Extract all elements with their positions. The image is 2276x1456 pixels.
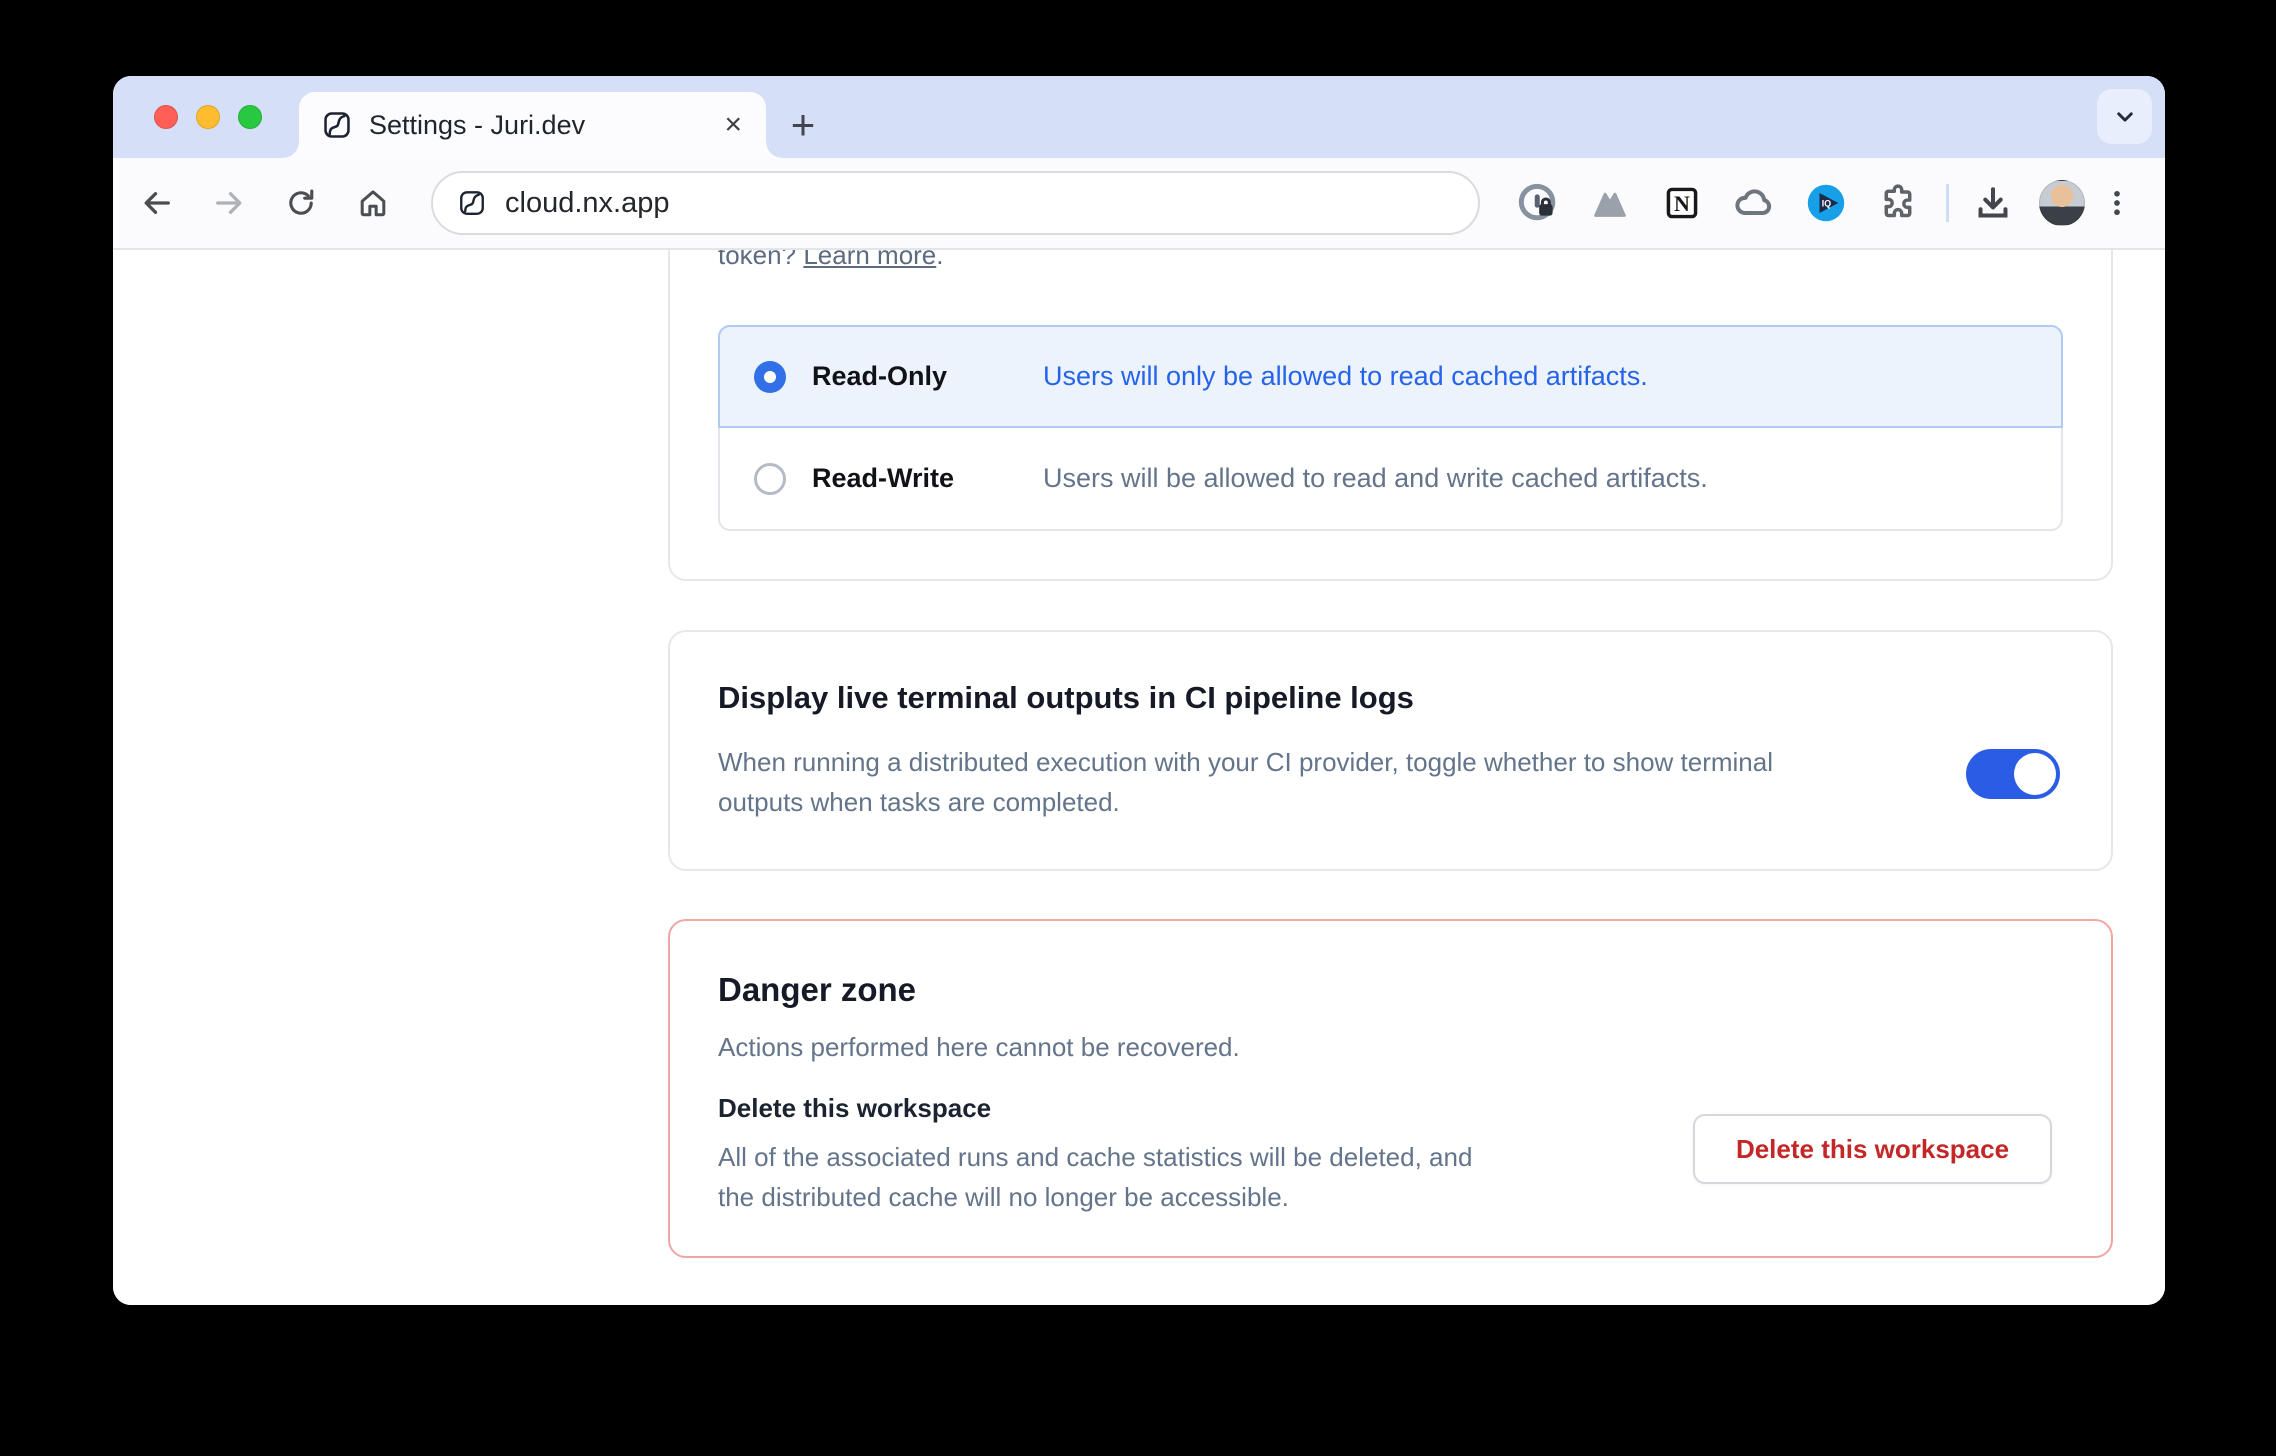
window-zoom-button[interactable] — [238, 105, 262, 129]
radio-row-read-write[interactable]: Read-Write Users will be allowed to read… — [718, 428, 2063, 531]
radio-row-read-only[interactable]: Read-Only Users will only be allowed to … — [718, 325, 2063, 428]
profile-avatar[interactable] — [2039, 180, 2085, 226]
iq-player-extension-icon[interactable]: IQ — [1798, 175, 1854, 231]
mountain-icon — [1588, 181, 1632, 225]
radio-unselected-icon[interactable] — [754, 463, 786, 495]
home-button[interactable] — [345, 175, 401, 231]
terminal-card-title: Display live terminal outputs in CI pipe… — [718, 676, 2063, 720]
window-minimize-button[interactable] — [196, 105, 220, 129]
puzzle-icon — [1876, 181, 1920, 225]
reload-icon — [284, 186, 318, 220]
forward-arrow-icon — [211, 185, 247, 221]
terminal-card-description: When running a distributed execution wit… — [718, 742, 2063, 822]
reload-button[interactable] — [273, 175, 329, 231]
nx-cloud-site-icon — [457, 188, 487, 218]
tab-search-chevron-button[interactable] — [2097, 89, 2152, 144]
toolbar-divider — [1946, 184, 1949, 222]
tab-settings[interactable]: Settings - Juri.dev × — [299, 92, 766, 158]
svg-text:IQ: IQ — [1822, 199, 1831, 209]
nx-cloud-favicon — [321, 109, 353, 141]
access-level-radio-group: Read-Only Users will only be allowed to … — [718, 325, 2063, 531]
navigation-bar: cloud.nx.app N — [113, 158, 2165, 250]
cloud-extension-icon[interactable] — [1726, 175, 1782, 231]
token-help-text: token? Learn more. — [718, 250, 2063, 273]
token-help-suffix: . — [936, 250, 943, 270]
back-arrow-icon — [139, 185, 175, 221]
password-manager-extension-icon[interactable] — [1510, 175, 1566, 231]
browser-window: Settings - Juri.dev × + — [113, 76, 2165, 1305]
tab-title: Settings - Juri.dev — [369, 110, 724, 141]
read-only-description: Users will only be allowed to read cache… — [1043, 361, 1648, 392]
terminal-outputs-toggle[interactable] — [1966, 749, 2060, 799]
browser-menu-button[interactable] — [2095, 175, 2139, 231]
page-content: token? Learn more. Read-Only Users will … — [113, 250, 2165, 1305]
read-write-label: Read-Write — [812, 463, 1043, 494]
terminal-desc-line-1: When running a distributed execution wit… — [718, 742, 2063, 782]
delete-workspace-button[interactable]: Delete this workspace — [1693, 1114, 2052, 1184]
danger-zone-title: Danger zone — [718, 967, 2063, 1013]
onepassword-icon — [1515, 180, 1561, 226]
download-icon — [1971, 181, 2015, 225]
danger-zone-card: Danger zone Actions performed here canno… — [668, 919, 2113, 1258]
svg-text:N: N — [1674, 191, 1690, 216]
tab-strip: Settings - Juri.dev × + — [113, 76, 2165, 158]
iq-play-icon: IQ — [1803, 180, 1849, 226]
cloud-icon — [1731, 180, 1777, 226]
toggle-knob — [2014, 753, 2056, 795]
notion-extension-icon[interactable]: N — [1654, 175, 1710, 231]
tab-close-icon[interactable]: × — [724, 110, 742, 140]
vpn-extension-icon[interactable] — [1582, 175, 1638, 231]
radio-selected-icon[interactable] — [754, 361, 786, 393]
terminal-outputs-card: Display live terminal outputs in CI pipe… — [668, 630, 2113, 871]
address-bar[interactable]: cloud.nx.app — [431, 171, 1480, 235]
read-write-description: Users will be allowed to read and write … — [1043, 463, 1708, 494]
extensions-menu-icon[interactable] — [1870, 175, 1926, 231]
access-settings-card: token? Learn more. Read-Only Users will … — [668, 250, 2113, 581]
downloads-button[interactable] — [1965, 175, 2021, 231]
window-close-button[interactable] — [154, 105, 178, 129]
back-button[interactable] — [129, 175, 185, 231]
token-help-prefix: token? — [718, 250, 796, 270]
chevron-down-icon — [2110, 102, 2140, 132]
forward-button[interactable] — [201, 175, 257, 231]
read-only-label: Read-Only — [812, 361, 1043, 392]
new-tab-button[interactable]: + — [775, 92, 831, 158]
learn-more-link[interactable]: Learn more — [803, 250, 936, 270]
home-icon — [355, 185, 391, 221]
danger-zone-subtitle: Actions performed here cannot be recover… — [718, 1029, 2063, 1065]
kebab-menu-icon — [2100, 186, 2134, 220]
url-text: cloud.nx.app — [505, 187, 669, 220]
terminal-desc-line-2: outputs when tasks are completed. — [718, 782, 2063, 822]
notion-icon: N — [1660, 181, 1704, 225]
